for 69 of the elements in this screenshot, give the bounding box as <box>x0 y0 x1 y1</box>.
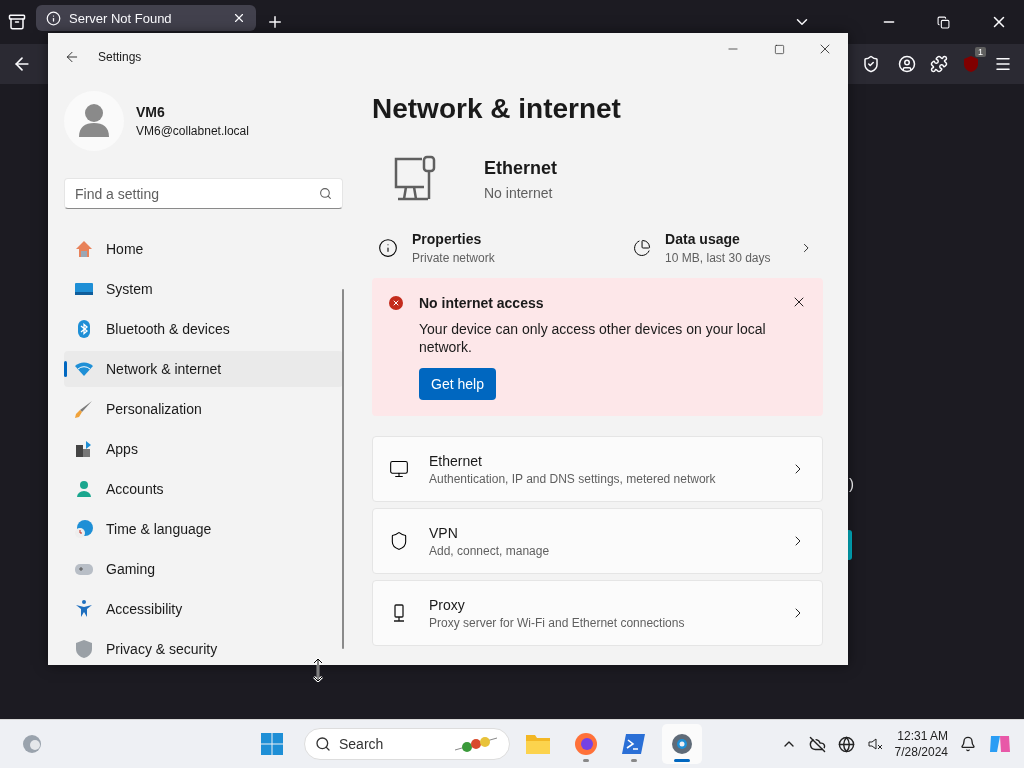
nav-item[interactable]: Gaming <box>64 551 343 587</box>
nav-item[interactable]: Privacy & security <box>64 631 343 665</box>
card-subtitle: Authentication, IP and DNS settings, metered network <box>429 471 716 486</box>
extensions-icon[interactable] <box>930 55 948 73</box>
card-title: Ethernet <box>429 452 483 469</box>
nav-item[interactable]: Apps <box>64 431 343 467</box>
shield-icon <box>389 531 409 551</box>
account-icon[interactable] <box>898 55 916 73</box>
connection-status: No internet <box>484 184 554 201</box>
info-icon <box>378 238 398 258</box>
globe-icon[interactable] <box>837 735 855 753</box>
user-email: VM6@collabnet.local <box>136 124 249 138</box>
clock[interactable]: 12:31 AM 7/28/2024 <box>894 728 948 760</box>
properties-subtitle: Private network <box>412 251 495 265</box>
bell-icon[interactable] <box>960 736 976 752</box>
nav-item[interactable]: Bluetooth & devices <box>64 311 343 347</box>
monitor-icon <box>389 459 409 479</box>
new-tab-icon[interactable] <box>266 13 284 31</box>
info-icon <box>46 10 61 26</box>
nav-item[interactable]: Network & internet <box>64 351 343 387</box>
search-field[interactable]: Find a setting <box>64 178 343 209</box>
alert-title: No internet access <box>419 295 544 311</box>
get-help-button[interactable]: Get help <box>419 368 496 400</box>
card-subtitle: Add, connect, manage <box>429 543 550 558</box>
card-title: Proxy <box>429 596 466 613</box>
close-icon[interactable] <box>232 11 246 25</box>
taskbar-search[interactable]: Search <box>304 728 510 760</box>
search-icon <box>315 736 331 752</box>
windows-start-icon[interactable] <box>260 732 284 756</box>
nav-item[interactable]: System <box>64 271 343 307</box>
globe-clock-icon <box>74 519 94 539</box>
cloud-off-icon[interactable] <box>808 735 826 753</box>
nav-item[interactable]: Time & language <box>64 511 343 547</box>
maximize-icon[interactable] <box>773 43 785 55</box>
card-title: VPN <box>429 524 459 541</box>
person-icon <box>74 479 94 499</box>
data-usage-subtitle: 10 MB, last 30 days <box>665 251 771 265</box>
nav-item[interactable]: Personalization <box>64 391 343 427</box>
nav-item[interactable]: Accounts <box>64 471 343 507</box>
page-text: ) <box>849 475 854 492</box>
alert-message: Your device can only access other devices on your local network. <box>419 320 767 356</box>
page-title: Network & internet <box>372 92 622 126</box>
data-usage-title[interactable]: Data usage <box>665 231 771 247</box>
nav-item[interactable]: Home <box>64 231 343 267</box>
settings-card[interactable]: Proxy Proxy server for Wi-Fi and Ethernet connections <box>372 580 823 646</box>
error-icon <box>389 296 403 310</box>
tabs-icon[interactable] <box>8 13 26 31</box>
pie-chart-icon <box>633 238 652 258</box>
shield-icon <box>74 639 94 659</box>
menu-icon[interactable] <box>994 55 1012 73</box>
user-name: VM6 <box>136 104 166 120</box>
nav-item[interactable]: Accessibility <box>64 591 343 627</box>
tab-title: Server Not Found <box>69 10 172 26</box>
search-icon <box>319 187 332 200</box>
badge: 1 <box>975 47 986 57</box>
browser-tab[interactable]: Server Not Found <box>36 5 256 31</box>
skewer-icon <box>453 734 499 754</box>
settings-card[interactable]: VPN Add, connect, manage <box>372 508 823 574</box>
connection-name: Ethernet <box>484 157 557 179</box>
accessibility-icon <box>74 599 94 619</box>
card-subtitle: Proxy server for Wi-Fi and Ethernet connections <box>429 615 685 630</box>
speaker-muted-icon[interactable] <box>866 736 883 752</box>
restore-icon[interactable] <box>937 15 950 29</box>
properties-title[interactable]: Properties <box>412 231 495 247</box>
window-title: Settings <box>98 50 142 64</box>
house-icon <box>74 239 94 259</box>
settings-card[interactable]: Ethernet Authentication, IP and DNS settings, metered network <box>372 436 823 502</box>
brush-icon <box>74 399 94 419</box>
terminal-icon[interactable] <box>622 733 646 755</box>
